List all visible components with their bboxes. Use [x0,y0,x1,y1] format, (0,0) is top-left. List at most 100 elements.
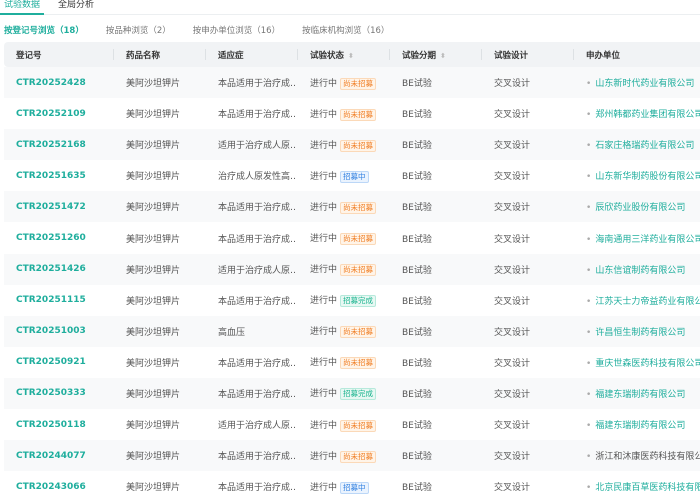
sponsor-link[interactable]: 福建东瑞制药有限公司 [595,390,685,400]
indication: 本品适用于治疗成… [218,110,297,121]
table-row[interactable]: CTR20252109 美阿沙坦钾片 本品适用于治疗成… 进行中 尚未招募 BE试… [4,98,700,130]
drug-name: 美阿沙坦钾片 [126,389,181,400]
sponsor-link[interactable]: 山东新华制药股份有限公司 [595,172,700,182]
tab-by-institution[interactable]: 按临床机构浏览（16） [302,24,389,36]
sort-icon[interactable]: ⬍ [348,52,354,60]
table-row[interactable]: CTR20252168 美阿沙坦钾片 适用于治疗成人原… 进行中 尚未招募 BE试… [4,129,700,161]
table-row[interactable]: CTR20251635 美阿沙坦钾片 治疗成人原发性高… 进行中 招募中 BE试验… [4,160,700,192]
sponsor-link: 浙江和沐康医药科技有限公司 [595,452,700,463]
indication: 适用于治疗成人原… [218,141,297,152]
sponsor-link[interactable]: 福建东瑞制药有限公司 [595,421,685,431]
sponsor-link[interactable]: 江苏天士力帝益药业有限公司 [595,297,700,307]
trial-phase: BE试验 [402,296,432,307]
recruit-badge: 尚未招募 [340,326,377,339]
status-text: 进行中 [310,358,338,369]
indication: 高血压 [218,327,246,338]
col-trial-phase[interactable]: 试验分期 ⬍ [389,48,481,61]
sponsor[interactable]: • 山东信谊制药有限公司 [573,263,700,276]
sort-icon[interactable]: ⬍ [440,52,446,60]
trial-status: 进行中 尚未招募 [297,76,389,90]
registration-link[interactable]: CTR20252109 [4,109,113,119]
sponsor[interactable]: • 山东新华制药股份有限公司 [573,169,700,182]
registration-link[interactable]: CTR20251426 [4,264,113,274]
bullet-icon: • [586,452,592,463]
bullet-icon: • [586,172,592,183]
table-row[interactable]: CTR20251472 美阿沙坦钾片 本品适用于治疗成… 进行中 尚未招募 BE试… [4,191,700,223]
col-trial-status[interactable]: 试验状态 ⬍ [297,48,389,61]
sponsor[interactable]: • 石家庄格瑞药业有限公司 [573,138,700,151]
registration-link[interactable]: CTR20251635 [4,171,113,181]
sponsor-link[interactable]: 重庆世森医药科技有限公司 [595,359,700,369]
tab-global-analysis[interactable]: 全局分析 [54,0,98,15]
indication: 本品适用于治疗成… [218,79,297,90]
status-text: 进行中 [310,78,338,89]
recruit-badge: 尚未招募 [340,264,377,277]
sponsor-link[interactable]: 山东新时代药业有限公司 [595,79,694,89]
sponsor-link[interactable]: 海南通用三洋药业有限公司 [595,235,700,245]
sponsor-link[interactable]: 辰欣药业股份有限公司 [595,203,685,213]
recruit-badge: 尚未招募 [340,357,377,370]
table-row[interactable]: CTR20251115 美阿沙坦钾片 本品适用于治疗成… 进行中 招募完成 BE试… [4,284,700,316]
registration-link[interactable]: CTR20250333 [4,388,113,398]
drug-name: 美阿沙坦钾片 [126,172,181,183]
tab-by-variety[interactable]: 按品种浏览（2） [106,24,171,36]
sponsor[interactable]: • 许昌恒生制药有限公司 [573,325,700,338]
sponsor-link[interactable]: 石家庄格瑞药业有限公司 [595,141,694,151]
registration-link[interactable]: CTR20252168 [4,140,113,150]
sponsor[interactable]: •江苏天士力帝益药业有限公司 [573,294,700,307]
trial-phase: BE试验 [402,265,432,276]
table-row[interactable]: CTR20251260 美阿沙坦钾片 本品适用于治疗成… 进行中 尚未招募 BE试… [4,222,700,254]
table-row[interactable]: CTR20244077 美阿沙坦钾片 本品适用于治疗成… 进行中 尚未招募 BE试… [4,440,700,472]
indication: 适用于治疗成人原… [218,421,297,432]
sponsor-link[interactable]: 许昌恒生制药有限公司 [595,328,685,338]
registration-link[interactable]: CTR20251003 [4,326,113,336]
trial-phase: BE试验 [402,389,432,400]
trial-status: 进行中 尚未招募 [297,138,389,152]
sponsor[interactable]: • 福建东瑞制药有限公司 [573,418,700,431]
indication: 本品适用于治疗成… [218,203,297,214]
registration-link[interactable]: CTR20251115 [4,295,113,305]
status-text: 进行中 [310,451,338,462]
registration-link[interactable]: CTR20243066 [4,482,113,492]
sponsor[interactable]: • 福建东瑞制药有限公司 [573,387,700,400]
trial-status: 进行中 尚未招募 [297,107,389,121]
sponsor[interactable]: •北京民康百草医药科技有限… [573,480,700,493]
recruit-badge: 招募中 [340,481,369,494]
sponsor[interactable]: • 辰欣药业股份有限公司 [573,200,700,213]
registration-link[interactable]: CTR20252428 [4,78,113,88]
table-row[interactable]: CTR20251426 美阿沙坦钾片 适用于治疗成人原… 进行中 尚未招募 BE试… [4,253,700,285]
recruit-badge: 尚未招募 [340,201,377,214]
registration-link[interactable]: CTR20250921 [4,357,113,367]
tab-by-sponsor[interactable]: 按申办单位浏览（16） [193,24,280,36]
sponsor[interactable]: • 海南通用三洋药业有限公司 [573,232,700,245]
drug-name: 美阿沙坦钾片 [126,358,181,369]
sponsor-link[interactable]: 郑州韩都药业集团有限公司 [595,110,700,120]
trial-phase: BE试验 [402,172,432,183]
sponsor[interactable]: • 重庆世森医药科技有限公司 [573,356,700,369]
drug-name: 美阿沙坦钾片 [126,203,181,214]
table-row[interactable]: CTR20250921 美阿沙坦钾片 本品适用于治疗成… 进行中 尚未招募 BE试… [4,346,700,378]
table-row[interactable]: CTR20250118 美阿沙坦钾片 适用于治疗成人原… 进行中 尚未招募 BE试… [4,409,700,441]
table-row[interactable]: CTR20252428 美阿沙坦钾片 本品适用于治疗成… 进行中 尚未招募 BE试… [4,67,700,99]
table-row[interactable]: CTR20243066 美阿沙坦钾片 本品适用于治疗成… 进行中 招募中 BE试验… [4,471,700,502]
tab-trial-data[interactable]: 试验数据 [0,0,45,15]
table-row[interactable]: CTR20251003 美阿沙坦钾片 高血压 进行中 尚未招募 BE试验 交叉设计… [4,315,700,347]
registration-link[interactable]: CTR20251472 [4,202,113,212]
registration-link[interactable]: CTR20251260 [4,233,113,243]
tab-by-registration[interactable]: 按登记号浏览（18） [4,24,84,36]
sponsor-link[interactable]: 山东信谊制药有限公司 [595,266,685,276]
registration-link[interactable]: CTR20250118 [4,420,113,430]
sponsor[interactable]: • 郑州韩都药业集团有限公司 [573,107,700,120]
table-row[interactable]: CTR20250333 美阿沙坦钾片 本品适用于治疗成… 进行中 招募完成 BE试… [4,377,700,410]
drug-name: 美阿沙坦钾片 [126,79,181,90]
sponsor[interactable]: • 山东新时代药业有限公司 [573,76,700,89]
trial-phase: BE试验 [402,452,432,463]
trial-phase: BE试验 [402,358,432,369]
drug-name: 美阿沙坦钾片 [126,327,181,338]
trial-status: 进行中 尚未招募 [297,200,389,214]
registration-link[interactable]: CTR20244077 [4,451,113,461]
status-text: 进行中 [310,389,338,400]
trial-design: 交叉设计 [494,483,531,494]
status-text: 进行中 [310,234,338,245]
sponsor-link[interactable]: 北京民康百草医药科技有限… [595,483,700,493]
